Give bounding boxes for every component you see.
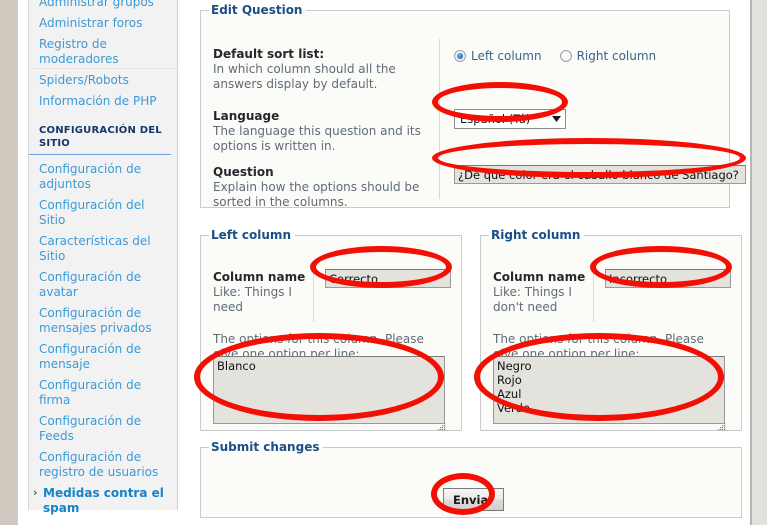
sidebar-item-label: Configuración de Feeds <box>39 414 142 443</box>
language-desc: The language this question and its optio… <box>213 124 421 153</box>
question-label: Question <box>213 165 274 179</box>
sidebar-item-site-2[interactable]: Características del Sitio <box>29 231 177 267</box>
sidebar-item-label: Configuración de adjuntos <box>39 162 142 191</box>
right-column-panel: Right column Column name Like: Things I … <box>480 228 742 431</box>
screenshot-root: Administrar grupos Administrar foros Regis… <box>0 0 767 525</box>
main-content: Edit Question Default sort list: In whic… <box>190 0 750 525</box>
language-field: Language The language this question and … <box>213 109 433 154</box>
default-sort-radio-group: Left column Right column <box>454 49 656 63</box>
sidebar-section-heading: CONFIGURACIÓN DEL SITIO <box>29 112 171 155</box>
sidebar-item-label: Configuración de firma <box>39 378 142 407</box>
radio-right-column-label: Right column <box>576 49 657 63</box>
sidebar-item-label: Registro de moderadores <box>39 37 119 66</box>
question-input[interactable] <box>454 165 746 184</box>
submit-changes-panel: Submit changes Enviar <box>200 440 742 518</box>
sidebar-item-1[interactable]: Administrar foros <box>29 13 177 34</box>
sidebar-top-list: Administrar grupos Administrar foros Regis… <box>29 0 177 112</box>
sidebar-item-site-0[interactable]: Configuración de adjuntos <box>29 159 177 195</box>
page-left-edge <box>0 0 18 525</box>
right-column-divider <box>593 270 594 322</box>
sidebar-item-label: Spiders/Robots <box>39 73 129 87</box>
left-column-name-desc: Like: Things I need <box>213 285 292 314</box>
radio-left-column-label: Left column <box>471 49 542 63</box>
sidebar-hairline-divider <box>28 68 178 69</box>
edit-question-legend: Edit Question <box>211 3 303 17</box>
default-sort-field: Default sort list: In which column shoul… <box>213 47 433 92</box>
form-column-divider <box>439 39 440 199</box>
sidebar-item-label: Configuración de mensajes privados <box>39 306 152 335</box>
submit-button[interactable]: Enviar <box>443 488 504 511</box>
sidebar-item-site-4[interactable]: Configuración de mensajes privados <box>29 303 177 339</box>
sidebar-item-site-8[interactable]: Configuración de registro de usuarios <box>29 447 177 483</box>
left-column-panel: Left column Column name Like: Things I n… <box>200 228 462 431</box>
sidebar-item-site-1[interactable]: Configuración del Sitio <box>29 195 177 231</box>
radio-right-column-dot[interactable] <box>559 50 572 62</box>
sidebar-item-2[interactable]: Registro de moderadores <box>29 34 177 70</box>
left-column-options-textarea[interactable] <box>213 356 445 424</box>
sidebar-item-label: Configuración del Sitio <box>39 198 145 227</box>
submit-changes-legend: Submit changes <box>211 440 320 454</box>
radio-right-column[interactable]: Right column <box>559 49 657 63</box>
language-select-value: Español (Tú) <box>460 112 531 126</box>
sidebar-item-label: Información de PHP <box>39 94 157 108</box>
admin-sidebar: Administrar grupos Administrar foros Regis… <box>28 0 178 515</box>
sidebar-item-site-5[interactable]: Configuración de mensaje <box>29 339 177 375</box>
question-desc: Explain how the options should be sorted… <box>213 180 420 209</box>
right-column-name-input[interactable] <box>605 269 731 288</box>
right-column-legend: Right column <box>491 228 581 242</box>
sidebar-item-site-3[interactable]: Configuración de avatar <box>29 267 177 303</box>
right-column-name-desc: Like: Things I don't need <box>493 285 572 314</box>
page-left-gutter <box>18 0 28 525</box>
sidebar-item-label: Administrar foros <box>39 16 143 30</box>
default-sort-desc: In which column should all the answers d… <box>213 62 396 91</box>
sidebar-item-label: Características del Sitio <box>39 234 151 263</box>
edit-question-panel: Edit Question Default sort list: In whic… <box>200 3 746 210</box>
radio-left-column-dot[interactable] <box>454 50 466 62</box>
sidebar-item-3[interactable]: Spiders/Robots <box>29 70 177 91</box>
question-field: Question Explain how the options should … <box>213 165 433 210</box>
sidebar-bottom-list: Configuración de adjuntos Configuración d… <box>29 159 177 519</box>
language-label: Language <box>213 109 280 123</box>
sidebar-item-label: Administrar grupos <box>39 0 154 9</box>
left-column-name-input[interactable] <box>325 269 451 288</box>
sidebar-item-label: Medidas contra el spam <box>43 486 164 515</box>
sidebar-item-site-7[interactable]: Configuración de Feeds <box>29 411 177 447</box>
sidebar-clipped-text <box>95 512 98 522</box>
left-column-legend: Left column <box>211 228 291 242</box>
sidebar-item-site-6[interactable]: Configuración de firma <box>29 375 177 411</box>
sidebar-item-label: Configuración de registro de usuarios <box>39 450 159 479</box>
left-column-divider <box>313 270 314 322</box>
sidebar-item-site-9[interactable]: Medidas contra el spam <box>29 483 177 519</box>
chevron-down-icon <box>547 116 565 122</box>
default-sort-label: Default sort list: <box>213 47 325 61</box>
right-column-name-label: Column name <box>493 270 586 284</box>
left-column-name-label: Column name <box>213 270 306 284</box>
sidebar-item-4[interactable]: Información de PHP <box>29 91 177 112</box>
radio-left-column[interactable]: Left column <box>454 49 542 63</box>
page-right-margin <box>752 0 767 525</box>
sidebar-item-label: Configuración de mensaje <box>39 342 142 371</box>
right-column-options-textarea[interactable] <box>493 356 725 424</box>
sidebar-item-0[interactable]: Administrar grupos <box>29 0 177 13</box>
sidebar-item-label: Configuración de avatar <box>39 270 142 299</box>
language-select[interactable]: Español (Tú) <box>454 109 566 129</box>
